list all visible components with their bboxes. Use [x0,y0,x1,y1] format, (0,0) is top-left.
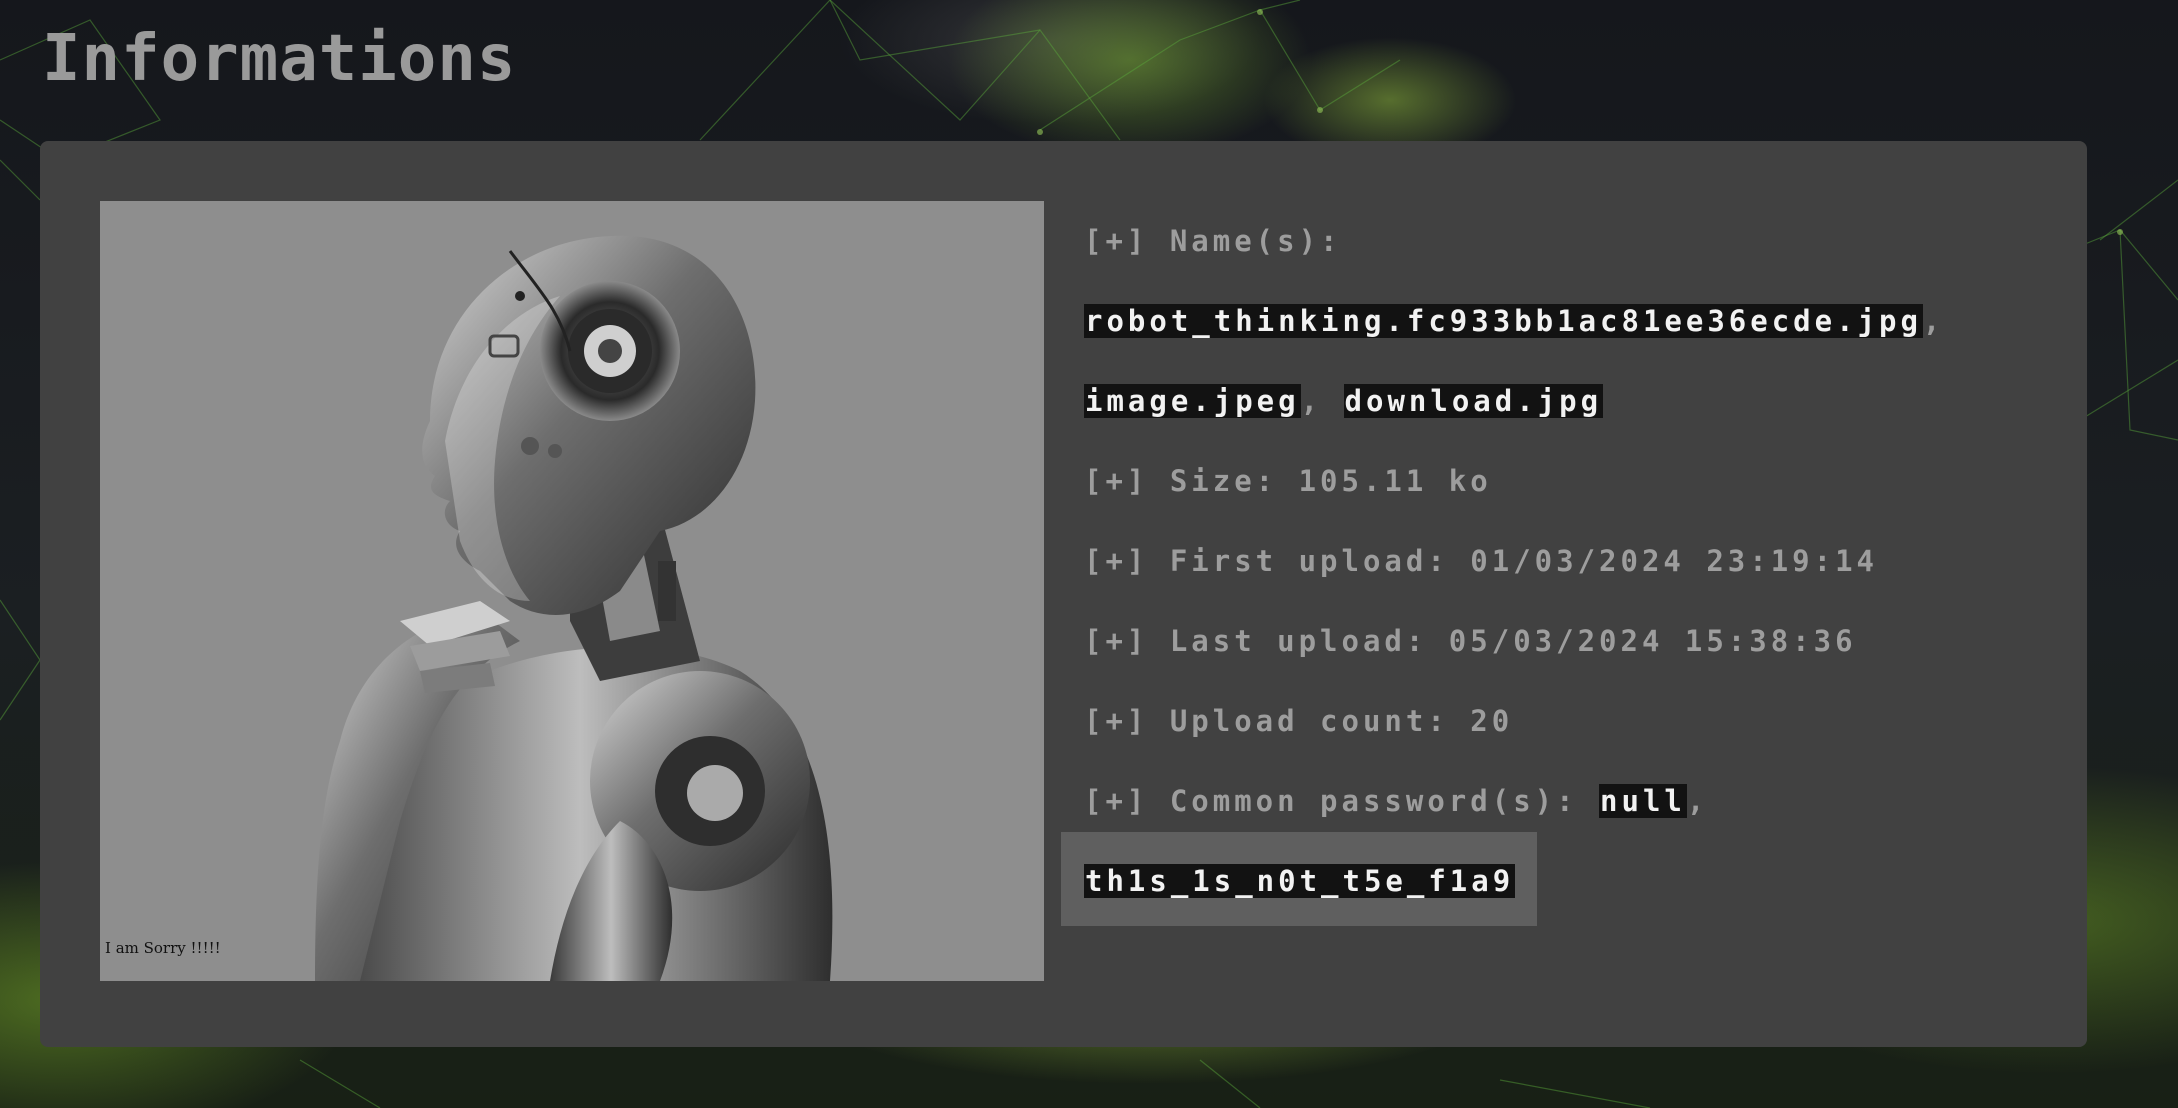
robot-thinking-image [315,235,833,981]
last-upload-info: [+] Last upload: 05/03/2024 15:38:36 [1084,624,1857,658]
name-separator: , [1922,304,1945,338]
file-name: image.jpeg [1084,384,1301,418]
upload-count-info: [+] Upload count: 20 [1084,704,1514,738]
password-line-2: th1s_1s_n0t_t5e_f1a9 [1084,861,1516,901]
uploaded-image: I am Sorry !!!!! [100,201,1044,981]
file-name: robot_thinking.fc933bb1ac81ee36ecde.jpg [1084,304,1923,338]
page-title: Informations [42,22,517,96]
names-line-1: robot_thinking.fc933bb1ac81ee36ecde.jpg, [1084,301,1944,341]
info-card: I am Sorry !!!!! [+] Name(s): robot_thin… [40,141,2087,1047]
file-name: download.jpg [1343,384,1604,418]
password-line: [+] Common password(s): null, [1084,781,1708,821]
name-separator: , [1300,384,1323,418]
password-value: null [1599,784,1687,818]
first-upload-info: [+] First upload: 01/03/2024 23:19:14 [1084,544,1879,578]
image-caption: I am Sorry !!!!! [105,939,221,957]
size-info: [+] Size: 105.11 ko [1084,464,1492,498]
names-label: [+] Name(s): [1084,224,1342,258]
names-line-2: image.jpeg, download.jpg [1084,381,1604,421]
password-separator: , [1686,784,1709,818]
password-label: [+] Common password(s): [1084,784,1600,818]
password-value: th1s_1s_n0t_t5e_f1a9 [1084,864,1516,898]
